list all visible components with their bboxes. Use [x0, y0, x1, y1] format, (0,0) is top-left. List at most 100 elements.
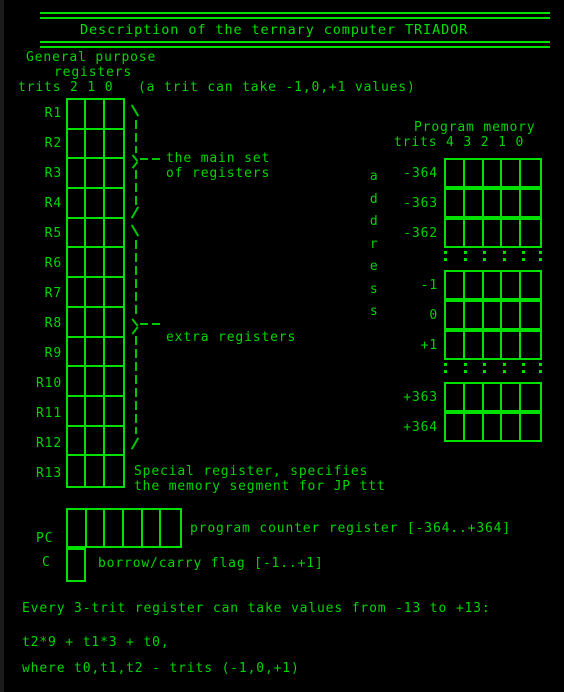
- memory-ellipsis-dot: [483, 370, 487, 373]
- memory-trit-cell[interactable]: [521, 414, 540, 440]
- header-rule-top-outer: [40, 12, 550, 14]
- register-trit-cell[interactable]: [68, 367, 87, 397]
- memory-trit-cell[interactable]: [446, 160, 465, 186]
- register-trit-cell[interactable]: [104, 219, 123, 249]
- memory-trit-cell[interactable]: [446, 190, 465, 216]
- register-trit-cell[interactable]: [104, 308, 123, 338]
- register-trit-cell[interactable]: [104, 248, 123, 279]
- memory-trit-cell[interactable]: [465, 220, 484, 246]
- memory-trit-cell[interactable]: [521, 272, 540, 298]
- memory-trit-cell[interactable]: [484, 220, 503, 246]
- register-trit-cell[interactable]: [104, 338, 123, 368]
- memory-trit-cell[interactable]: [484, 160, 503, 186]
- register-trit-cell[interactable]: [86, 218, 105, 249]
- memory-trit-cell[interactable]: [465, 332, 484, 358]
- register-trit-cell[interactable]: [68, 159, 87, 190]
- memory-trit-cell[interactable]: [502, 384, 522, 410]
- register-trit-cell[interactable]: [86, 307, 105, 338]
- memory-ellipsis-dot: [539, 370, 542, 373]
- memory-trit-cell[interactable]: [446, 414, 465, 440]
- register-trit-cell[interactable]: [104, 130, 123, 160]
- pc-trit-cell[interactable]: [161, 510, 180, 546]
- footer-line3: where t0,t1,t2 - trits (-1,0,+1): [22, 661, 300, 676]
- register-trit-cell[interactable]: [68, 129, 87, 160]
- register-trit-cell[interactable]: [68, 337, 87, 368]
- memory-trit-cell[interactable]: [521, 332, 540, 358]
- memory-trit-cell[interactable]: [521, 160, 540, 186]
- register-trit-cell[interactable]: [86, 426, 105, 457]
- register-trit-cell[interactable]: [68, 426, 87, 457]
- memory-trit-cell[interactable]: [465, 160, 484, 186]
- memory-trit-cell[interactable]: [484, 332, 503, 358]
- memory-trit-cell[interactable]: [521, 302, 540, 328]
- pc-trit-cell[interactable]: [105, 510, 124, 546]
- register-trit-cell[interactable]: [68, 248, 87, 279]
- register-trit-cell[interactable]: [86, 129, 105, 160]
- pc-trit-cell[interactable]: [68, 510, 87, 546]
- header-rule-top-inner: [40, 17, 550, 19]
- register-trit-cell[interactable]: [86, 456, 105, 486]
- register-trit-cell[interactable]: [68, 189, 87, 219]
- memory-trit-cell[interactable]: [502, 302, 522, 328]
- register-trit-cell[interactable]: [68, 278, 87, 308]
- pc-trit-cell[interactable]: [124, 510, 143, 546]
- memory-trit-cell[interactable]: [465, 384, 484, 410]
- register-trit-cell[interactable]: [68, 307, 87, 338]
- memory-trit-cell[interactable]: [484, 190, 503, 216]
- memory-trit-cell[interactable]: [502, 220, 522, 246]
- memory-trit-cell[interactable]: [446, 272, 465, 298]
- memory-trit-cell[interactable]: [446, 332, 465, 358]
- memory-trit-cell[interactable]: [484, 272, 503, 298]
- memory-trit-cell[interactable]: [484, 384, 503, 410]
- register-trit-cell[interactable]: [86, 337, 105, 368]
- register-trit-cell[interactable]: [104, 189, 123, 219]
- memory-trit-cell[interactable]: [465, 414, 484, 440]
- register-trit-cell[interactable]: [86, 248, 105, 279]
- register-trit-cell[interactable]: [105, 456, 123, 486]
- memory-trit-cell[interactable]: [465, 190, 484, 216]
- memory-ellipsis-dot: [444, 370, 447, 373]
- memory-trit-cell[interactable]: [502, 272, 522, 298]
- register-trit-cell[interactable]: [68, 456, 87, 486]
- memory-trit-cell[interactable]: [484, 302, 503, 328]
- memory-trit-cell[interactable]: [484, 414, 503, 440]
- register-trit-cell[interactable]: [104, 367, 123, 397]
- memory-trit-cell[interactable]: [446, 302, 465, 328]
- register-trit-cell[interactable]: [68, 218, 87, 249]
- memory-trit-cell[interactable]: [521, 384, 540, 410]
- register-trit-cell[interactable]: [86, 189, 105, 219]
- register-trit-cell[interactable]: [86, 367, 105, 397]
- memory-ellipsis-dot: [502, 370, 506, 373]
- address-vertical-label: a d d r e s s: [369, 169, 379, 319]
- register-trit-cell[interactable]: [86, 278, 105, 308]
- memory-trit-cell[interactable]: [521, 190, 540, 216]
- register-trit-cell[interactable]: [68, 100, 87, 130]
- register-trit-cell[interactable]: [104, 427, 123, 457]
- memory-trit-cell[interactable]: [502, 332, 522, 358]
- register-trit-cell[interactable]: [86, 159, 105, 190]
- register-label-r12: R12: [35, 436, 62, 451]
- pc-trit-cell[interactable]: [87, 510, 106, 546]
- register-label-r9: R9: [44, 346, 62, 361]
- memory-trit-cell[interactable]: [465, 302, 484, 328]
- terminal-screen: Description of the ternary computer TRIA…: [0, 0, 564, 692]
- memory-trit-cell[interactable]: [446, 384, 465, 410]
- register-label-r3: R3: [44, 166, 62, 181]
- memory-trit-cell[interactable]: [465, 272, 484, 298]
- memory-trit-cell[interactable]: [502, 190, 522, 216]
- register-trit-cell[interactable]: [104, 159, 123, 190]
- register-trit-cell[interactable]: [104, 397, 123, 427]
- register-trit-cell[interactable]: [104, 100, 123, 130]
- memory-trit-cell[interactable]: [502, 414, 522, 440]
- memory-trit-cell[interactable]: [521, 220, 540, 246]
- register-trit-cell[interactable]: [104, 278, 123, 308]
- pc-trit-cell[interactable]: [143, 510, 162, 546]
- general-registers-heading-line1: General purpose: [26, 50, 157, 65]
- memory-ellipsis-dot: [444, 363, 447, 366]
- register-trit-cell[interactable]: [68, 396, 87, 427]
- register-trit-cell[interactable]: [86, 100, 105, 130]
- memory-trit-cell[interactable]: [446, 220, 465, 246]
- memory-trit-cell[interactable]: [502, 160, 522, 186]
- carry-trit-cell[interactable]: [68, 550, 84, 580]
- register-trit-cell[interactable]: [86, 396, 105, 427]
